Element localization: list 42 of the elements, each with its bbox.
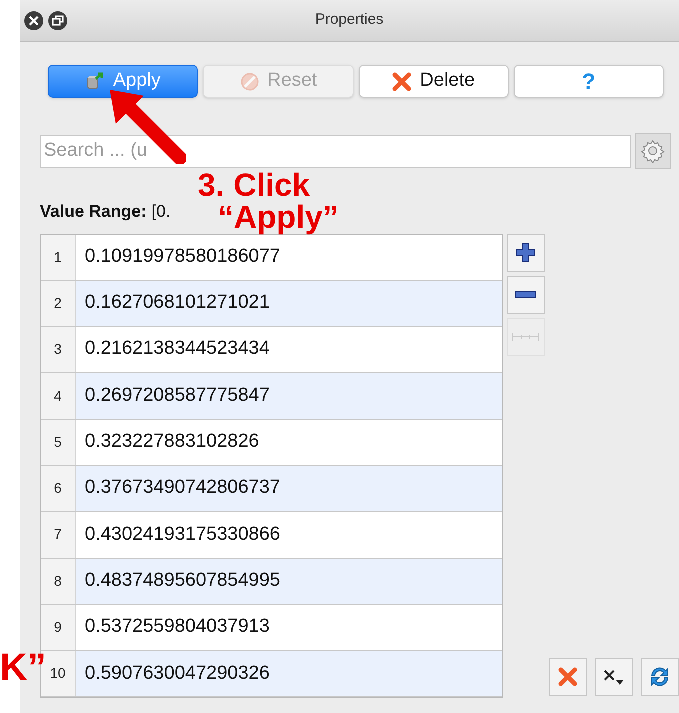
value-cell[interactable]: 0.1627068101271021 — [76, 280, 502, 326]
settings-button[interactable] — [635, 133, 671, 169]
cylinder-arrow-icon — [85, 72, 106, 92]
delete-button[interactable]: Delete — [358, 65, 509, 98]
value-cell[interactable]: 0.5372559804037913 — [76, 604, 502, 650]
value-cell[interactable]: 0.2162138344523434 — [76, 327, 502, 372]
delete-all-button[interactable] — [549, 658, 587, 696]
value-cell[interactable]: 0.2697208587775847 — [76, 373, 502, 419]
value-cell[interactable]: 0.43024193175330866 — [76, 512, 502, 558]
row-number: 8 — [41, 558, 76, 604]
clear-menu-button[interactable] — [595, 658, 633, 696]
gear-icon — [641, 139, 665, 163]
value-cell[interactable]: 0.37673490742806737 — [76, 466, 502, 512]
restore-icon[interactable] — [48, 10, 68, 30]
minus-icon — [515, 290, 537, 298]
row-number: 9 — [41, 604, 76, 650]
refresh-button[interactable] — [641, 658, 679, 696]
row-number: 2 — [41, 280, 76, 326]
cross-icon — [392, 72, 412, 92]
value-range-value: [0. — [152, 201, 171, 223]
row-number: 6 — [41, 466, 76, 512]
value-cell[interactable]: 0.323227883102826 — [76, 420, 502, 465]
cross-icon — [558, 667, 578, 688]
row-number: 3 — [41, 327, 76, 372]
annotation-text: 3. Click — [198, 169, 310, 201]
prohibited-icon — [240, 72, 260, 92]
value-range-label: Value Range: — [40, 201, 147, 223]
row-number: 7 — [41, 512, 76, 558]
window-title: Properties — [314, 10, 385, 30]
add-button[interactable] — [507, 234, 545, 272]
row-number: 1 — [41, 234, 76, 280]
remove-button[interactable] — [507, 276, 545, 314]
row-number: 5 — [41, 420, 76, 465]
search-field[interactable]: Search ... (u — [40, 134, 631, 168]
range-icon — [512, 332, 540, 342]
close-icon[interactable] — [24, 10, 44, 30]
value-cell[interactable]: 0.48374895607854995 — [76, 558, 502, 604]
plus-icon — [516, 242, 536, 262]
value-cell[interactable]: 0.5907630047290326 — [76, 651, 502, 696]
annotation-text: “Apply” — [218, 201, 339, 233]
value-cell[interactable]: 0.10919978580186077 — [76, 234, 502, 280]
row-number: 4 — [41, 373, 76, 419]
